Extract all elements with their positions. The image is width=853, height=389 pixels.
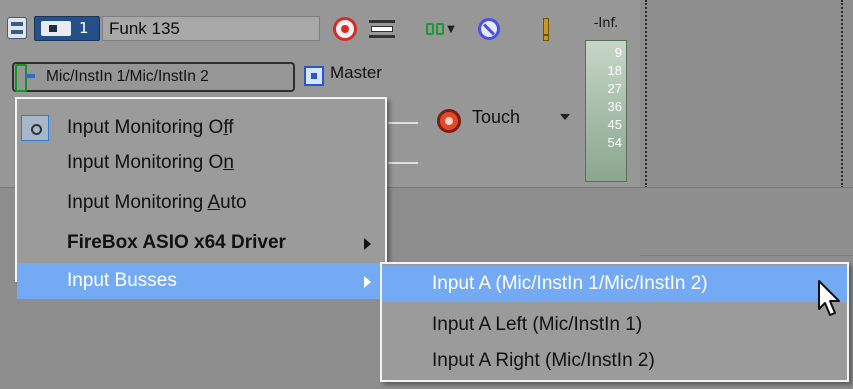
meter-peak-label: -Inf. — [593, 16, 619, 31]
volume-slider[interactable] — [388, 122, 418, 124]
menu-item-input-monitoring-off[interactable]: Input Monitoring Off — [17, 111, 385, 145]
menu-item-firebox-driver[interactable]: FireBox ASIO x64 Driver — [17, 226, 385, 260]
pan-slider[interactable] — [388, 162, 418, 164]
input-monitor-icon[interactable] — [369, 20, 395, 38]
radio-selected-icon — [21, 115, 49, 141]
meter-scale-label: 9 — [614, 45, 622, 60]
track-separator — [640, 255, 853, 256]
output-bus-label[interactable]: Master — [330, 63, 382, 83]
submenu-item-input-a-right[interactable]: Input A Right (Mic/InstIn 2) — [382, 344, 847, 378]
solo-icon[interactable] — [540, 18, 550, 41]
track-number-badge[interactable]: 1 — [34, 16, 100, 41]
track-number: 1 — [79, 19, 89, 37]
speaker-icon — [41, 21, 71, 36]
submenu-item-input-a[interactable]: Input A (Mic/InstIn 1/Mic/InstIn 2) — [382, 266, 847, 302]
submenu-arrow-icon — [364, 238, 371, 250]
automation-icon[interactable] — [437, 109, 461, 133]
input-busses-submenu: Input A (Mic/InstIn 1/Mic/InstIn 2) Inpu… — [380, 262, 849, 382]
submenu-arrow-icon — [364, 276, 371, 288]
menu-item-input-monitoring-on[interactable]: Input Monitoring On — [17, 146, 385, 180]
meter-scale-label: 45 — [607, 117, 622, 132]
menu-item-input-monitoring-auto[interactable]: Input Monitoring Auto — [17, 186, 385, 220]
meter-scale-label: 54 — [607, 135, 622, 150]
input-routing-icon — [15, 64, 37, 92]
timeline-divider — [645, 0, 647, 188]
record-arm-icon[interactable] — [333, 17, 357, 41]
track-type-icon[interactable] — [7, 17, 27, 39]
chevron-down-icon[interactable] — [560, 114, 570, 120]
track-name-field[interactable]: Funk 135 — [102, 16, 320, 41]
submenu-item-input-a-left[interactable]: Input A Left (Mic/InstIn 1) — [382, 308, 847, 342]
menu-item-input-busses-label[interactable]: Input Busses — [17, 263, 385, 299]
automation-mode-label[interactable]: Touch — [472, 107, 520, 128]
meter-scale-label: 36 — [607, 99, 622, 114]
meter-scale-label: 27 — [607, 81, 622, 96]
mute-icon[interactable] — [478, 18, 500, 40]
track-separator — [640, 187, 853, 188]
timeline-divider — [841, 0, 843, 188]
track-fx-icon[interactable]: ▼ — [420, 21, 460, 37]
input-routing-button[interactable]: Mic/InstIn 1/Mic/InstIn 2 — [12, 62, 295, 92]
mouse-pointer-icon — [818, 280, 840, 316]
meter-scale-label: 18 — [607, 63, 622, 78]
output-bus-icon[interactable] — [304, 66, 324, 86]
level-meter: 9 18 27 36 45 54 — [585, 40, 627, 182]
input-context-menu: Input Monitoring Off Input Monitoring On… — [15, 97, 387, 282]
